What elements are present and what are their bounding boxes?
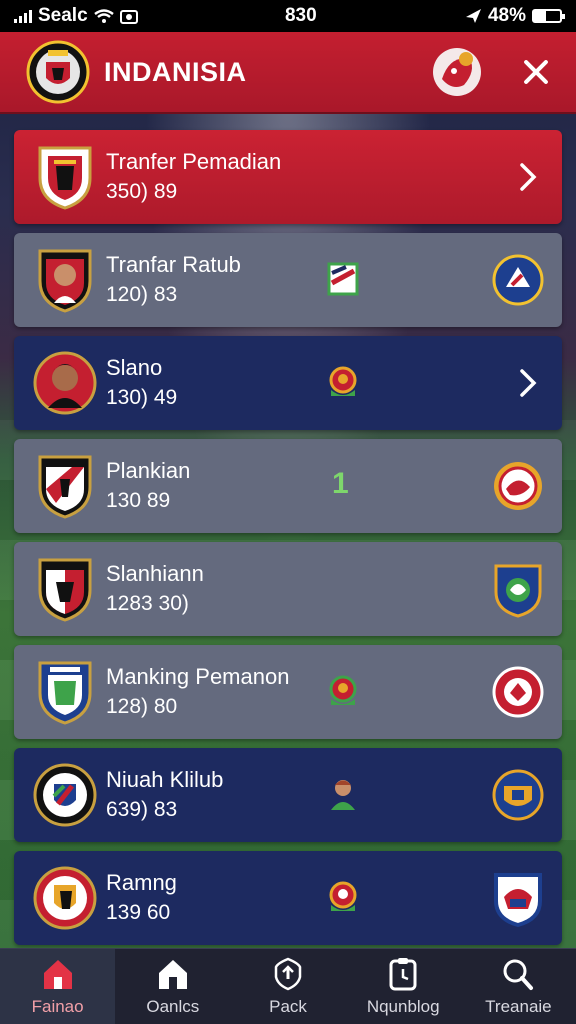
bottom-nav: Fainao Oanlcs Pack Nqunblog Treanaie	[0, 948, 576, 1024]
nav-label: Treanaie	[485, 996, 552, 1016]
item-subtitle: 120) 83	[106, 283, 178, 306]
page-title: INDANISIA	[104, 56, 247, 87]
signal-icon	[14, 9, 32, 23]
list-item[interactable]: Plankian 130 89 1	[14, 439, 562, 533]
nav-item-treanaie[interactable]: Treanaie	[461, 949, 576, 1024]
opponent-crest-icon	[492, 254, 544, 306]
team-badge-icon	[329, 675, 357, 705]
item-title: Tranfar Ratub	[106, 252, 241, 277]
list-item[interactable]: Niuah Klilub 639) 83	[14, 748, 562, 842]
list-item[interactable]: Slanhiann 1283 30)	[14, 542, 562, 636]
battery-percent: 48%	[487, 5, 526, 26]
nav-item-oanlcs[interactable]: Oanlcs	[115, 949, 230, 1024]
item-subtitle: 128) 80	[106, 695, 178, 718]
clipboard-icon	[389, 957, 417, 990]
home-icon	[43, 959, 72, 989]
nav-item-nqunblog[interactable]: Nqunblog	[346, 949, 461, 1024]
home-icon	[158, 959, 187, 989]
item-subtitle: 639) 83	[106, 798, 178, 821]
nav-label: Pack	[269, 996, 307, 1016]
club-crest-icon	[33, 866, 97, 930]
chevron-right-icon[interactable]	[518, 367, 538, 399]
item-subtitle: 130) 49	[106, 386, 178, 409]
player-avatar-icon	[38, 249, 92, 313]
list-item[interactable]: Tranfer Pemadian 350) 89	[14, 130, 562, 224]
battery-icon	[531, 9, 565, 23]
opponent-crest-icon	[494, 564, 542, 618]
item-subtitle: 1283 30)	[106, 592, 189, 615]
player-icon	[331, 780, 355, 810]
opponent-crest-icon	[494, 873, 542, 927]
app-header: INDANISIA	[0, 32, 576, 114]
carrier-label: Sealc	[38, 5, 88, 26]
club-crest-icon	[38, 146, 92, 210]
item-subtitle: 139 60	[106, 901, 171, 924]
rank-number: 1	[332, 467, 349, 500]
list-item[interactable]: Slano 130) 49	[14, 336, 562, 430]
opponent-crest-icon	[492, 769, 544, 821]
item-subtitle: 130 89	[106, 489, 171, 512]
team-badge-icon	[329, 366, 357, 396]
club-crest-icon	[38, 558, 92, 622]
status-bar: Sealc 830 48%	[0, 0, 576, 32]
shield-icon	[274, 957, 302, 990]
nav-item-fainao[interactable]: Fainao	[0, 949, 116, 1024]
nav-label: Nqunblog	[366, 996, 440, 1016]
item-title: Manking Pemanon	[106, 664, 290, 689]
item-title: Ramng	[106, 870, 177, 895]
nav-label: Oanlcs	[146, 996, 200, 1016]
list-item[interactable]: Tranfar Ratub 120) 83	[14, 233, 562, 327]
nav-item-pack[interactable]: Pack	[230, 949, 345, 1024]
status-time: 830	[284, 5, 317, 26]
club-crest-icon	[33, 763, 97, 827]
item-title: Niuah Klilub	[106, 767, 224, 792]
flag-badge-icon	[327, 262, 359, 296]
chevron-right-icon[interactable]	[518, 161, 538, 193]
transfer-list: Tranfer Pemadian 350) 89 Tranfar Ratub 1…	[14, 130, 562, 968]
list-item[interactable]: Manking Pemanon 128) 80	[14, 645, 562, 739]
item-title: Plankian	[106, 458, 191, 483]
nav-label: Fainao	[31, 996, 84, 1016]
club-logo-icon	[26, 40, 90, 104]
opponent-crest-icon	[492, 666, 544, 718]
team-badge-icon	[329, 881, 357, 911]
wifi-icon	[93, 9, 114, 23]
search-icon	[503, 959, 534, 990]
item-title: Tranfer Pemadian	[106, 149, 282, 174]
location-icon	[465, 9, 481, 23]
item-title: Slanhiann	[106, 561, 204, 586]
item-subtitle: 350) 89	[106, 180, 178, 203]
club-crest-icon	[38, 455, 92, 519]
player-avatar-icon	[33, 351, 97, 415]
mascot-icon	[433, 48, 481, 96]
item-title: Slano	[106, 355, 163, 380]
club-crest-icon	[38, 661, 92, 725]
close-button[interactable]	[522, 58, 550, 86]
opponent-crest-icon	[494, 462, 542, 510]
camera-icon	[119, 10, 138, 24]
list-item[interactable]: Ramng 139 60	[14, 851, 562, 945]
